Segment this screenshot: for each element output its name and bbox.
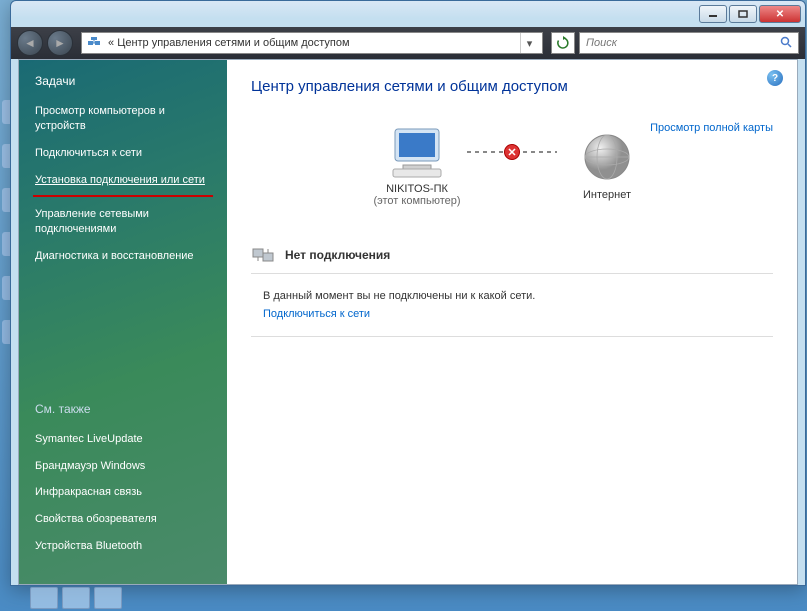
breadcrumb-prefix: «	[108, 37, 114, 49]
search-box[interactable]	[579, 32, 799, 54]
connect-to-network-link[interactable]: Подключиться к сети	[251, 306, 773, 337]
sidebar-link-diagnose-repair[interactable]: Диагностика и восстановление	[19, 243, 227, 270]
connection-failed-icon: ✕	[504, 144, 520, 160]
page-title: Центр управления сетями и общим доступом	[251, 78, 773, 95]
help-icon[interactable]: ?	[767, 70, 783, 86]
sidebar-seealso-header: См. также	[19, 402, 227, 426]
network-map: NIKITOS-ПК (этот компьютер) ✕ Интернет	[251, 125, 773, 207]
status-row: Нет подключения	[251, 237, 773, 274]
view-full-map-link[interactable]: Просмотр полной карты	[650, 122, 773, 134]
globe-icon	[578, 131, 636, 185]
sidebar: Задачи Просмотр компьютеров и устройств …	[19, 60, 227, 584]
titlebar: ✕	[11, 1, 805, 27]
no-connection-message: В данный момент вы не подключены ни к ка…	[251, 274, 773, 306]
computer-name: NIKITOS-ПК	[386, 183, 448, 195]
back-button[interactable]: ◄	[17, 30, 43, 56]
sidebar-link-view-computers[interactable]: Просмотр компьютеров и устройств	[19, 98, 227, 140]
search-input[interactable]	[586, 37, 780, 49]
sidebar-tasks-header: Задачи	[19, 74, 227, 98]
forward-button[interactable]: ►	[47, 30, 73, 56]
computer-icon	[385, 125, 449, 179]
sidebar-seealso-symantec[interactable]: Symantec LiveUpdate	[19, 426, 227, 453]
connection-line-broken: ✕	[467, 151, 557, 153]
internet-label: Интернет	[583, 189, 631, 201]
control-panel-window: ✕ ◄ ► « Центр управления сетями и общим …	[10, 0, 806, 586]
status-text: Нет подключения	[285, 248, 390, 262]
sidebar-link-manage-connections[interactable]: Управление сетевыми подключениями	[19, 201, 227, 243]
sidebar-seealso-bluetooth[interactable]: Устройства Bluetooth	[19, 533, 227, 560]
address-bar[interactable]: « Центр управления сетями и общим доступ…	[81, 32, 543, 54]
this-computer-node: NIKITOS-ПК (этот компьютер)	[347, 125, 487, 207]
computer-sublabel: (этот компьютер)	[373, 195, 460, 207]
sidebar-seealso-infrared[interactable]: Инфракрасная связь	[19, 479, 227, 506]
close-button[interactable]: ✕	[759, 5, 801, 23]
sidebar-link-connect-network[interactable]: Подключиться к сети	[19, 140, 227, 167]
breadcrumb: Центр управления сетями и общим доступом	[117, 37, 349, 49]
main-panel: ? Центр управления сетями и общим доступ…	[227, 60, 797, 584]
address-dropdown[interactable]: ▾	[520, 33, 538, 53]
sidebar-seealso-firewall[interactable]: Брандмауэр Windows	[19, 453, 227, 480]
navigation-bar: ◄ ► « Центр управления сетями и общим до…	[11, 27, 805, 59]
minimize-button[interactable]	[699, 5, 727, 23]
highlight-underline	[33, 195, 213, 197]
network-center-icon	[86, 35, 102, 51]
sidebar-seealso-browser-props[interactable]: Свойства обозревателя	[19, 506, 227, 533]
taskbar-fragment	[30, 587, 122, 611]
maximize-button[interactable]	[729, 5, 757, 23]
internet-node: Интернет	[537, 131, 677, 201]
sidebar-link-setup-connection[interactable]: Установка подключения или сети	[19, 167, 227, 194]
network-status-icon	[251, 245, 275, 265]
search-icon[interactable]	[780, 36, 792, 51]
refresh-button[interactable]	[551, 32, 575, 54]
